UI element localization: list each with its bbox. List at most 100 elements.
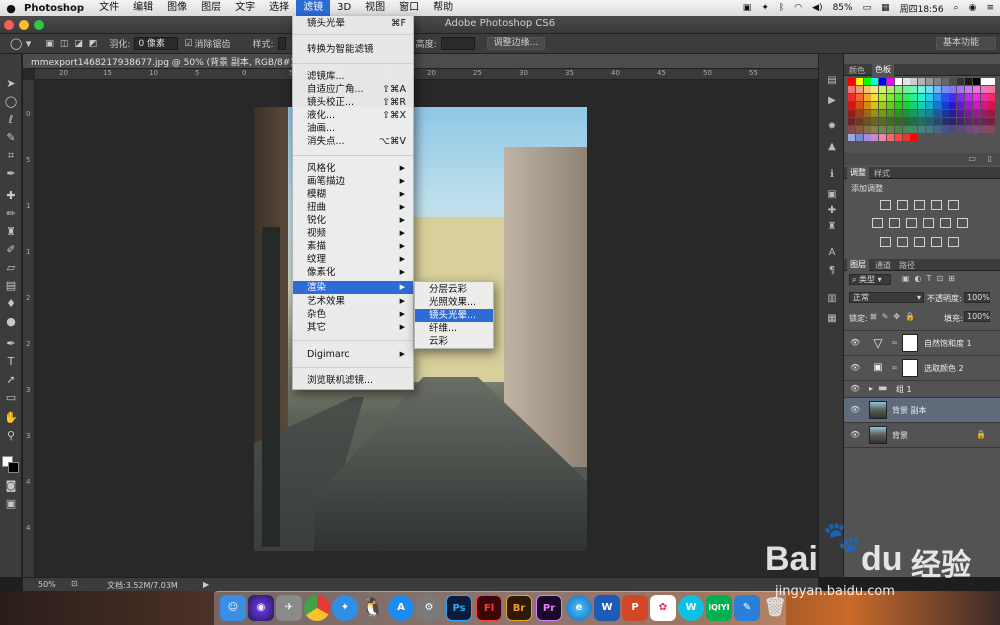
menu-item-vanishing-point[interactable]: 消失点... ⌥⌘V [293, 135, 413, 148]
add-selection-icon[interactable]: ◫ [60, 39, 69, 49]
color-swatch[interactable] [855, 78, 863, 85]
clone-source-panel-icon[interactable]: ♜ [824, 220, 840, 234]
color-swatch[interactable] [918, 102, 926, 109]
color-swatch[interactable] [941, 78, 949, 85]
refine-edge-button[interactable]: 调整边缘... [486, 37, 546, 50]
color-swatch[interactable] [902, 110, 910, 117]
siri-icon[interactable]: ◉ [248, 595, 274, 621]
shape-tool-icon[interactable]: ▭ [3, 390, 19, 406]
status-menu-arrow[interactable]: ▶ [203, 580, 209, 589]
menu-edit[interactable]: 编辑 [126, 0, 160, 16]
history-brush-tool-icon[interactable]: ✐ [3, 242, 19, 258]
tab-channels[interactable]: 通道 [875, 260, 891, 271]
curves-adjust-icon[interactable] [914, 200, 925, 210]
sound-icon[interactable]: ◀) [812, 3, 822, 13]
color-swatch[interactable] [926, 102, 933, 109]
color-swatch[interactable] [949, 94, 957, 101]
brightness-adjust-icon[interactable] [880, 200, 891, 210]
menu-item-distort[interactable]: 扭曲 ▶ [293, 201, 413, 214]
menu-item-pixelate[interactable]: 像素化 ▶ [293, 266, 413, 279]
color-swatch[interactable] [894, 110, 902, 117]
system-preferences-icon[interactable]: ⚙ [416, 595, 442, 621]
color-swatch[interactable] [926, 118, 933, 125]
visibility-eye-icon[interactable]: 👁 [850, 338, 860, 347]
background-color-swatch[interactable] [8, 462, 19, 473]
color-swatch[interactable] [926, 86, 933, 93]
color-swatch[interactable] [941, 126, 949, 133]
color-swatch[interactable] [887, 126, 894, 133]
menu-item-filter-gallery[interactable]: 滤镜库... [293, 70, 413, 83]
document-tab[interactable]: mmexport1468217938677.jpg @ 50% (背景 副本, … [23, 54, 818, 69]
color-swatch[interactable] [879, 118, 887, 125]
color-swatch[interactable] [871, 118, 879, 125]
menu-help[interactable]: 帮助 [426, 0, 460, 16]
menu-item-adaptive-wide-angle[interactable]: 自适应广角... ⇧⌘A [293, 83, 413, 96]
butterfly-icon[interactable]: ✦ [761, 3, 769, 13]
color-swatch[interactable] [933, 94, 941, 101]
tab-styles[interactable]: 样式 [874, 168, 890, 179]
menu-item-sharpen[interactable]: 锐化 ▶ [293, 214, 413, 227]
color-swatch[interactable] [887, 118, 894, 125]
height-input[interactable] [440, 37, 475, 50]
menu-item-convert-smart-filter[interactable]: 转换为智能滤镜 [293, 43, 413, 56]
tab-layers[interactable]: 图层 [847, 259, 869, 271]
paragraph-panel-icon[interactable]: ¶ [824, 264, 840, 278]
color-swatch[interactable] [988, 118, 996, 125]
marquee-tool-icon[interactable]: ◯ [3, 94, 19, 110]
color-swatch[interactable] [848, 110, 855, 117]
color-swatch[interactable] [957, 94, 965, 101]
color-swatch[interactable] [894, 94, 902, 101]
color-swatch[interactable] [933, 110, 941, 117]
finder-icon[interactable]: ☺ [220, 595, 246, 621]
chain-link-icon[interactable]: ∞ [891, 363, 898, 372]
color-lookup-adjust-icon[interactable] [957, 218, 968, 228]
battery-percent[interactable]: 85% [833, 3, 853, 13]
layer-mask-thumb[interactable] [902, 334, 918, 352]
submenu-item-fibers[interactable]: 纤维... [415, 322, 493, 335]
color-swatch[interactable] [902, 94, 910, 101]
menu-item-stylize[interactable]: 风格化 ▶ [293, 162, 413, 175]
photos-icon[interactable]: ✿ [650, 595, 676, 621]
menu-layer[interactable]: 图层 [194, 0, 228, 16]
color-swatch[interactable] [980, 110, 988, 117]
color-swatch[interactable] [918, 78, 926, 85]
color-swatch[interactable] [848, 126, 855, 133]
color-swatch[interactable] [980, 126, 988, 133]
menu-item-other[interactable]: 其它 ▶ [293, 321, 413, 334]
brush-settings-panel-icon[interactable]: ✸ [824, 120, 840, 134]
color-swatch[interactable] [855, 86, 863, 93]
iqiyi-icon[interactable]: iQIYI [706, 595, 732, 621]
color-swatch[interactable] [887, 134, 894, 141]
color-swatch[interactable] [894, 86, 902, 93]
bluetooth-icon[interactable]: ᛒ [779, 3, 784, 13]
pencil-icon[interactable]: ✎ [734, 595, 760, 621]
vertical-ruler[interactable]: 0 5 1 1 2 2 3 3 4 4 [23, 80, 35, 577]
menu-item-texture[interactable]: 纹理 ▶ [293, 253, 413, 266]
color-swatch[interactable] [855, 94, 863, 101]
menu-item-sketch[interactable]: 素描 ▶ [293, 240, 413, 253]
color-swatch[interactable] [957, 126, 965, 133]
color-swatch[interactable] [965, 86, 972, 93]
color-swatch[interactable] [965, 118, 972, 125]
color-swatch[interactable] [871, 94, 879, 101]
color-swatch[interactable] [972, 78, 980, 85]
premiere-icon[interactable]: Pr [536, 595, 562, 621]
info-panel-icon[interactable]: ℹ [824, 168, 840, 182]
channel-mixer-adjust-icon[interactable] [940, 218, 951, 228]
color-swatch[interactable] [972, 94, 980, 101]
edge-icon[interactable]: e [566, 595, 592, 621]
app-menu[interactable]: Photoshop [22, 3, 92, 14]
properties-panel-icon[interactable]: ▣ [824, 188, 840, 202]
color-swatch[interactable] [902, 86, 910, 93]
black-white-adjust-icon[interactable] [906, 218, 917, 228]
fill-input[interactable]: 100% [964, 311, 990, 322]
pen-tool-icon[interactable]: ✒ [3, 336, 19, 352]
character-panel-icon[interactable]: A [824, 246, 840, 260]
menu-item-lens-correction[interactable]: 镜头校正... ⇧⌘R [293, 96, 413, 109]
menu-item-brush-strokes[interactable]: 画笔描边 ▶ [293, 175, 413, 188]
color-swatch[interactable] [894, 78, 902, 85]
color-swatch[interactable] [855, 134, 863, 141]
move-tool-icon[interactable]: ➤ [3, 76, 19, 92]
color-swatch[interactable] [910, 102, 918, 109]
color-swatch[interactable] [902, 78, 910, 85]
